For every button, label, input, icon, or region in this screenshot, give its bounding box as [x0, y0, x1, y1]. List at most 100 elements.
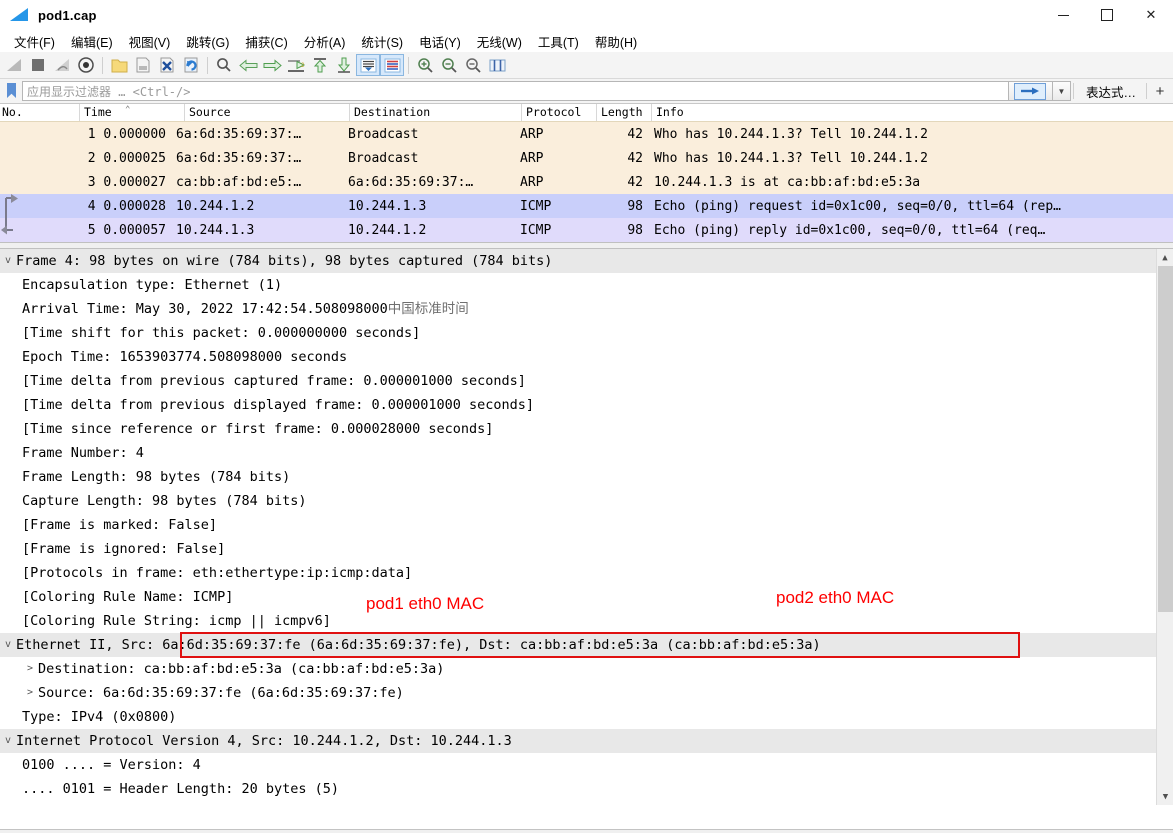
menu-wireless[interactable]: 无线(W) — [469, 30, 530, 53]
column-header-destination[interactable]: Destination — [350, 104, 522, 121]
minimize-button[interactable] — [1041, 0, 1085, 30]
detail-vertical-scrollbar[interactable]: ▲ ▼ — [1156, 249, 1173, 805]
auto-scroll-icon[interactable] — [356, 54, 380, 76]
scroll-up-arrow-icon[interactable]: ▲ — [1157, 249, 1173, 266]
column-header-length[interactable]: Length — [597, 104, 652, 121]
filter-bookmark-icon[interactable] — [5, 82, 19, 100]
cell-info: Echo (ping) request id=0x1c00, seq=0/0, … — [654, 198, 1061, 214]
filter-dropdown-button[interactable]: ▼ — [1052, 81, 1071, 101]
detail-coloring-rule-string[interactable]: [Coloring Rule String: icmp || icmpv6] — [0, 609, 1173, 633]
detail-coloring-rule-name[interactable]: [Coloring Rule Name: ICMP] — [0, 585, 1173, 609]
save-file-icon[interactable] — [131, 54, 155, 76]
cell-length: 42 — [627, 174, 643, 190]
find-packet-icon[interactable] — [212, 54, 236, 76]
twisty-expanded-icon[interactable]: v — [0, 633, 16, 657]
column-header-info[interactable]: Info — [652, 104, 1173, 121]
scrollbar-thumb[interactable] — [1158, 266, 1173, 612]
colorize-icon[interactable] — [380, 54, 404, 76]
detail-frame[interactable]: v Frame 4: 98 bytes on wire (784 bits), … — [0, 249, 1173, 273]
menu-view[interactable]: 视图(V) — [121, 30, 179, 53]
start-capture-icon[interactable] — [2, 54, 26, 76]
detail-eth-source[interactable]: > Source: 6a:6d:35:69:37:fe (6a:6d:35:69… — [0, 681, 1173, 705]
go-to-packet-icon[interactable]: 2 — [284, 54, 308, 76]
detail-delta-displayed[interactable]: [Time delta from previous displayed fram… — [0, 393, 1173, 417]
detail-eth-type[interactable]: Type: IPv4 (0x0800) — [0, 705, 1173, 729]
zoom-reset-icon[interactable] — [461, 54, 485, 76]
detail-ethernet-ii[interactable]: v Ethernet II, Src: 6a:6d:35:69:37:fe (6… — [0, 633, 1173, 657]
detail-frame-marked[interactable]: [Frame is marked: False] — [0, 513, 1173, 537]
menu-help[interactable]: 帮助(H) — [587, 30, 645, 53]
detail-time-since-ref[interactable]: [Time since reference or first frame: 0.… — [0, 417, 1173, 441]
detail-ip-header-length[interactable]: .... 0101 = Header Length: 20 bytes (5) — [0, 777, 1173, 801]
go-back-icon[interactable] — [236, 54, 260, 76]
wireshark-fin-icon — [10, 7, 30, 23]
menu-statistics[interactable]: 统计(S) — [353, 30, 411, 53]
packet-list[interactable]: 1 0.000000 6a:6d:35:69:37:… Broadcast AR… — [0, 122, 1173, 242]
detail-row-text: [Protocols in frame: eth:ethertype:ip:ic… — [22, 565, 413, 581]
open-file-icon[interactable] — [107, 54, 131, 76]
detail-time-shift[interactable]: [Time shift for this packet: 0.000000000… — [0, 321, 1173, 345]
menu-file[interactable]: 文件(F) — [6, 30, 63, 53]
menu-analyze[interactable]: 分析(A) — [296, 30, 354, 53]
detail-ip-version[interactable]: 0100 .... = Version: 4 — [0, 753, 1173, 777]
close-button[interactable]: ✕ — [1129, 0, 1173, 30]
menu-go[interactable]: 跳转(G) — [178, 30, 237, 53]
detail-capture-length[interactable]: Capture Length: 98 bytes (784 bits) — [0, 489, 1173, 513]
detail-ipv4[interactable]: v Internet Protocol Version 4, Src: 10.2… — [0, 729, 1173, 753]
table-row[interactable]: 3 0.000027 ca:bb:af:bd:e5:… 6a:6d:35:69:… — [0, 170, 1173, 194]
table-row[interactable]: 1 0.000000 6a:6d:35:69:37:… Broadcast AR… — [0, 122, 1173, 146]
detail-frame-number[interactable]: Frame Number: 4 — [0, 441, 1173, 465]
detail-frame-length[interactable]: Frame Length: 98 bytes (784 bits) — [0, 465, 1173, 489]
go-to-first-icon[interactable] — [308, 54, 332, 76]
cell-protocol: ARP — [520, 126, 544, 142]
menu-telephony[interactable]: 电话(Y) — [411, 30, 469, 53]
table-row[interactable]: 5 0.000057 10.244.1.3 10.244.1.2 ICMP 98… — [0, 218, 1173, 242]
filter-expression-button[interactable]: 表达式… — [1076, 82, 1144, 101]
twisty-expanded-icon[interactable]: v — [0, 249, 16, 273]
go-to-last-icon[interactable] — [332, 54, 356, 76]
table-row[interactable]: 2 0.000025 6a:6d:35:69:37:… Broadcast AR… — [0, 146, 1173, 170]
resize-columns-icon[interactable] — [485, 54, 509, 76]
detail-row-text: Source: 6a:6d:35:69:37:fe (6a:6d:35:69:3… — [38, 685, 404, 701]
detail-frame-ignored[interactable]: [Frame is ignored: False] — [0, 537, 1173, 561]
display-filter-input[interactable]: 应用显示过滤器 … <Ctrl-/> — [22, 81, 1009, 101]
column-header-no[interactable]: No. — [0, 104, 80, 121]
table-row[interactable]: 4 0.000028 10.244.1.2 10.244.1.3 ICMP 98… — [0, 194, 1173, 218]
scroll-down-arrow-icon[interactable]: ▼ — [1157, 788, 1173, 805]
packet-list-header: No. Time Source Destination Protocol Len… — [0, 104, 1173, 122]
display-filter-bar: 应用显示过滤器 … <Ctrl-/> ▼ 表达式… + — [0, 79, 1173, 104]
detail-arrival-time[interactable]: Arrival Time: May 30, 2022 17:42:54.5080… — [0, 297, 1173, 321]
go-forward-icon[interactable] — [260, 54, 284, 76]
detail-row-text: Frame Number: 4 — [22, 445, 144, 461]
twisty-collapsed-icon[interactable]: > — [22, 681, 38, 705]
menu-edit[interactable]: 编辑(E) — [63, 30, 121, 53]
filter-separator — [1146, 83, 1147, 99]
detail-row-text: [Coloring Rule String: icmp || icmpv6] — [22, 613, 331, 629]
annotation-pod1-mac: pod1 eth0 MAC — [366, 594, 485, 613]
restart-capture-icon[interactable] — [50, 54, 74, 76]
detail-eth-destination[interactable]: > Destination: ca:bb:af:bd:e5:3a (ca:bb:… — [0, 657, 1173, 681]
column-header-time[interactable]: Time — [80, 104, 185, 121]
column-header-protocol[interactable]: Protocol — [522, 104, 597, 121]
column-header-source[interactable]: Source — [185, 104, 350, 121]
detail-encap-type[interactable]: Encapsulation type: Ethernet (1) — [0, 273, 1173, 297]
detail-epoch-time[interactable]: Epoch Time: 1653903774.508098000 seconds — [0, 345, 1173, 369]
twisty-collapsed-icon[interactable]: > — [22, 657, 38, 681]
menu-tools[interactable]: 工具(T) — [530, 30, 587, 53]
apply-filter-button[interactable] — [1008, 81, 1053, 101]
stop-capture-icon[interactable] — [26, 54, 50, 76]
add-filter-button[interactable]: + — [1149, 83, 1171, 100]
packet-detail-pane[interactable]: v Frame 4: 98 bytes on wire (784 bits), … — [0, 249, 1173, 805]
detail-delta-captured[interactable]: [Time delta from previous captured frame… — [0, 369, 1173, 393]
zoom-in-icon[interactable] — [413, 54, 437, 76]
detail-row-text: Frame 4: 98 bytes on wire (784 bits), 98… — [16, 253, 553, 269]
zoom-out-icon[interactable] — [437, 54, 461, 76]
maximize-button[interactable] — [1085, 0, 1129, 30]
detail-protocols-in-frame[interactable]: [Protocols in frame: eth:ethertype:ip:ic… — [0, 561, 1173, 585]
capture-options-icon[interactable] — [74, 54, 98, 76]
close-file-icon[interactable] — [155, 54, 179, 76]
menu-capture[interactable]: 捕获(C) — [237, 30, 295, 53]
reload-file-icon[interactable] — [179, 54, 203, 76]
twisty-expanded-icon[interactable]: v — [0, 729, 16, 753]
pane-splitter[interactable] — [0, 242, 1173, 249]
